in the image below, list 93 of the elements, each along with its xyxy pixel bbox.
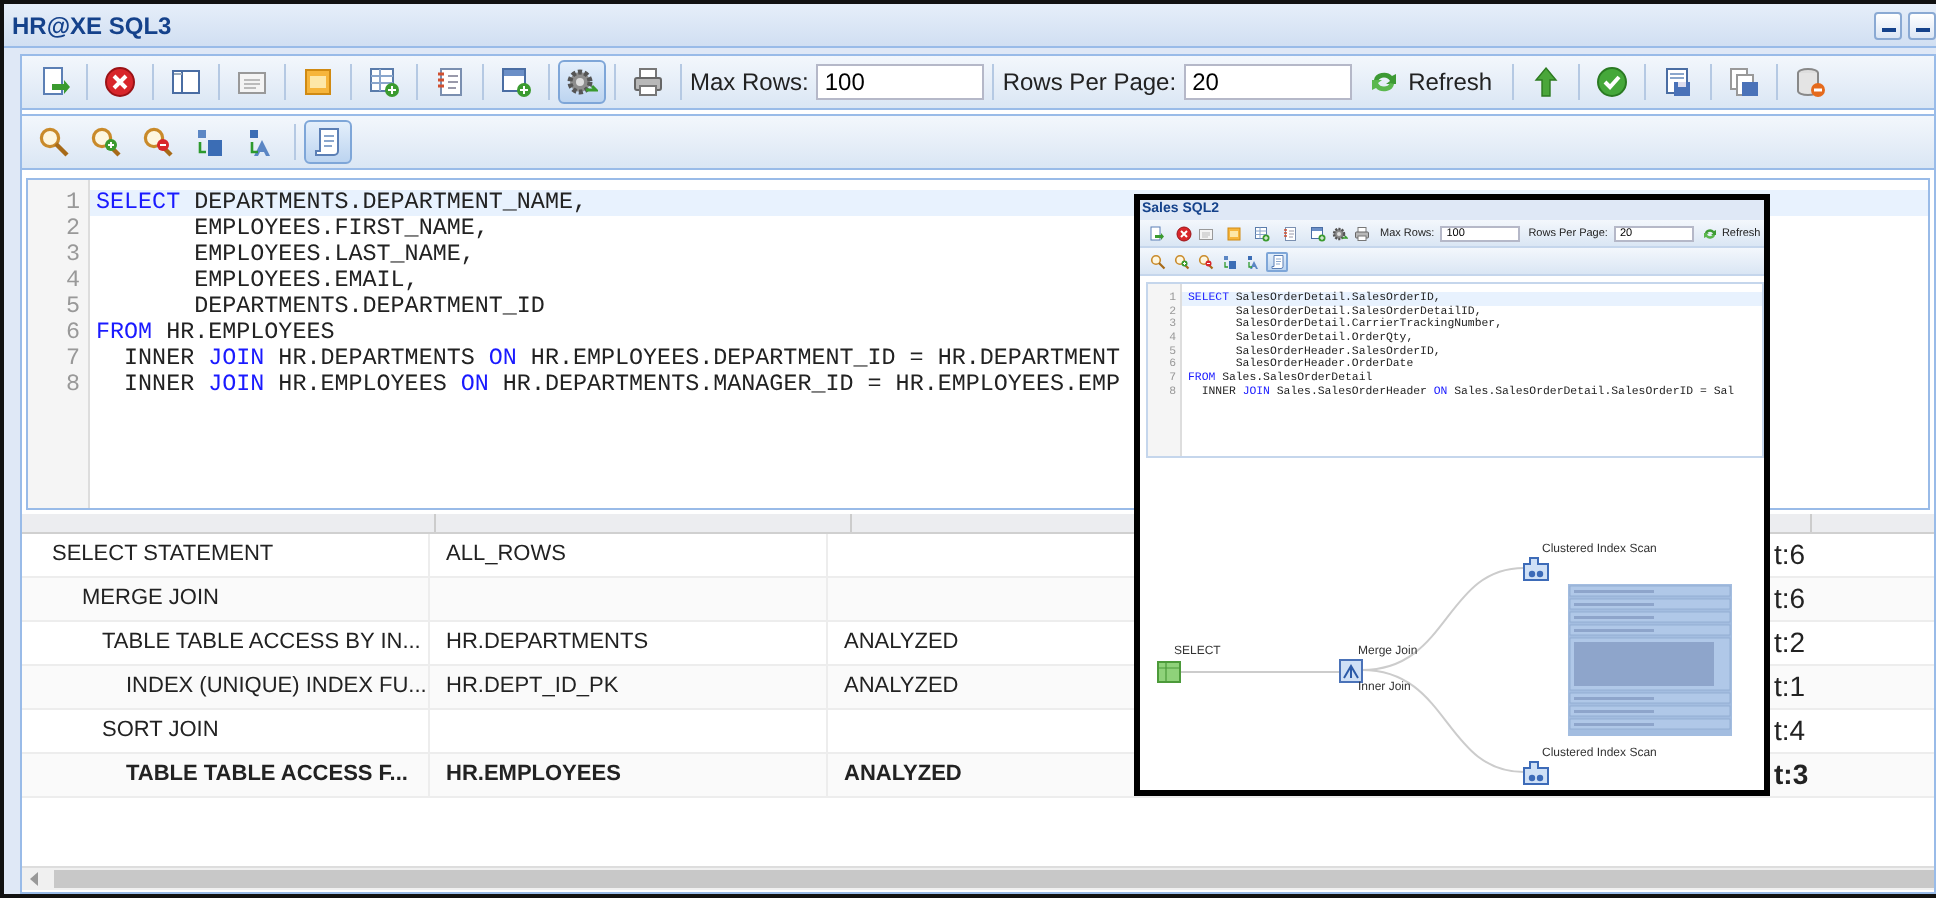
toolbar-button[interactable] bbox=[1242, 251, 1264, 271]
check-icon bbox=[1596, 66, 1629, 98]
table-node-icon[interactable] bbox=[1157, 661, 1181, 683]
note-icon bbox=[1226, 225, 1242, 241]
settings-icon bbox=[1332, 225, 1348, 241]
toolbar-button[interactable] bbox=[1218, 251, 1240, 271]
toolbar-button[interactable] bbox=[1146, 223, 1166, 243]
zoom-out-icon bbox=[1197, 253, 1213, 269]
search-icon bbox=[38, 126, 70, 158]
table-cell-text: t:2 bbox=[1772, 624, 1806, 662]
toolbar-button[interactable] bbox=[1252, 223, 1272, 243]
toolbar-button[interactable] bbox=[1146, 251, 1168, 271]
stop-icon bbox=[104, 66, 136, 98]
notebook-icon bbox=[1282, 225, 1298, 241]
table-cell[interactable]: TABLE TABLE ACCESS F... bbox=[22, 754, 430, 796]
table-cell[interactable]: TABLE TABLE ACCESS BY IN... bbox=[22, 622, 430, 664]
field-label: Max Rows: bbox=[690, 68, 809, 96]
code-line: FROM HR.EMPLOYEES bbox=[96, 320, 335, 346]
table-plus-icon bbox=[1254, 225, 1270, 241]
window-title: HR@XE SQL3 bbox=[12, 11, 174, 39]
toolbar-button[interactable] bbox=[1266, 251, 1288, 271]
toolbar-button[interactable] bbox=[1174, 223, 1194, 243]
document-icon bbox=[1198, 225, 1214, 241]
table-cell[interactable]: MERGE JOIN bbox=[22, 578, 430, 620]
page-icon bbox=[312, 126, 344, 158]
search-icon bbox=[1149, 253, 1165, 269]
input-field[interactable]: 20 bbox=[1184, 64, 1353, 100]
table-cell-text: t:1 bbox=[1772, 668, 1806, 706]
toolbar-button[interactable] bbox=[1330, 223, 1350, 243]
notebook-icon bbox=[434, 66, 466, 98]
line-number: 6 bbox=[63, 320, 82, 346]
page-icon bbox=[1269, 253, 1285, 269]
table-cell: ALL_ROWS bbox=[430, 534, 828, 576]
printer-icon bbox=[1354, 225, 1370, 241]
code-line: INNER JOIN HR.EMPLOYEES ON HR.DEPARTMENTS.MANAGER_ID = HR.EMPLOYEES.EMP bbox=[122, 372, 1121, 398]
code-line: DEPARTMENTS.DEPARTMENT_ID bbox=[192, 294, 545, 320]
refresh-button[interactable]: Refresh bbox=[1356, 66, 1505, 98]
code-line: INNER JOIN HR.DEPARTMENTS ON HR.EMPLOYEES.DEPARTMENT_ID = HR.DEPARTMENT bbox=[122, 346, 1121, 372]
toolbar-button[interactable] bbox=[558, 60, 606, 104]
table-cell-text: t:6 bbox=[1772, 536, 1806, 574]
table-cell-text: t:3 bbox=[1772, 756, 1809, 794]
window-tool-button[interactable] bbox=[1908, 11, 1936, 39]
window-plus-icon bbox=[500, 66, 532, 98]
refresh-icon bbox=[1701, 225, 1718, 241]
database-minus-icon bbox=[1794, 66, 1827, 98]
toolbar-button[interactable] bbox=[1308, 223, 1328, 243]
sort-icon bbox=[1245, 253, 1261, 269]
table-cell-text: t:4 bbox=[1772, 712, 1806, 750]
sort-icon bbox=[194, 126, 226, 158]
join-node-icon[interactable] bbox=[1339, 659, 1363, 683]
table-plus-icon bbox=[368, 66, 400, 98]
panel-icon bbox=[170, 66, 202, 98]
note-icon bbox=[302, 66, 334, 98]
line-number: 3 bbox=[63, 242, 82, 268]
code-line: EMPLOYEES.FIRST_NAME, bbox=[192, 216, 489, 242]
line-number: 5 bbox=[63, 294, 82, 320]
toolbar-button[interactable] bbox=[1194, 251, 1216, 271]
minimize-button[interactable] bbox=[1874, 11, 1902, 39]
document-icon bbox=[236, 66, 268, 98]
printer-icon bbox=[632, 66, 664, 98]
window-plus-icon bbox=[1310, 225, 1326, 241]
line-number: 4 bbox=[63, 268, 82, 294]
table-cell-text: t:6 bbox=[1772, 580, 1806, 618]
scroll-left-icon[interactable] bbox=[29, 872, 39, 886]
scrollbar[interactable] bbox=[22, 866, 1934, 890]
line-number: 2 bbox=[63, 216, 82, 242]
line-number: 8 bbox=[63, 372, 82, 398]
code-line: EMPLOYEES.LAST_NAME, bbox=[192, 242, 475, 268]
table-cell[interactable]: INDEX (UNIQUE) INDEX FU... bbox=[22, 666, 430, 708]
page-arrow-icon bbox=[38, 66, 70, 98]
index-scan-icon[interactable] bbox=[1523, 761, 1549, 785]
code-line: SELECT DEPARTMENTS.DEPARTMENT_NAME, bbox=[96, 190, 587, 216]
line-number: 1 bbox=[63, 190, 82, 216]
field-label: Rows Per Page: bbox=[1002, 68, 1177, 96]
stop-icon bbox=[1176, 225, 1192, 241]
zoom-out-icon bbox=[142, 126, 174, 158]
table-cell: HR.EMPLOYEES bbox=[430, 754, 828, 796]
table-cell[interactable]: SORT JOIN bbox=[22, 710, 430, 752]
zoom-in-icon bbox=[1173, 253, 1189, 269]
table-cell[interactable]: SELECT STATEMENT bbox=[22, 534, 430, 576]
sort-icon bbox=[1221, 253, 1237, 269]
input-field[interactable]: 100 bbox=[816, 64, 985, 100]
toolbar-button[interactable] bbox=[304, 120, 352, 164]
table-cell: HR.DEPARTMENTS bbox=[430, 622, 828, 664]
zoom-in-icon bbox=[90, 126, 122, 158]
toolbar-button[interactable] bbox=[1352, 223, 1372, 243]
up-arrow-icon bbox=[1530, 66, 1563, 98]
line-number: 7 bbox=[63, 346, 82, 372]
table-cell: HR.DEPT_ID_PK bbox=[430, 666, 828, 708]
settings-icon bbox=[566, 66, 598, 98]
code-line: EMPLOYEES.EMAIL, bbox=[192, 268, 419, 294]
copy-disk-icon bbox=[1728, 66, 1761, 98]
index-scan-icon[interactable] bbox=[1523, 557, 1549, 581]
